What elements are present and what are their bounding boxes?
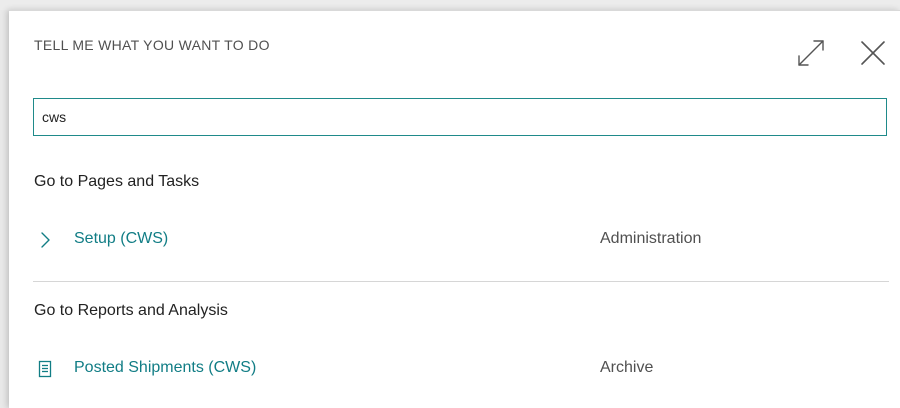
tell-me-dialog: TELL ME WHAT YOU WANT TO DO Go to Pages … xyxy=(9,10,900,408)
close-button[interactable] xyxy=(857,37,889,69)
result-category: Archive xyxy=(600,359,654,376)
close-icon xyxy=(861,41,885,65)
chevron-right-icon xyxy=(41,232,50,248)
result-label: Setup (CWS) xyxy=(74,230,169,247)
expand-button[interactable] xyxy=(795,37,827,69)
background-strip xyxy=(0,0,900,10)
section-title-pages-and-tasks: Go to Pages and Tasks xyxy=(34,173,200,190)
dialog-title: TELL ME WHAT YOU WANT TO DO xyxy=(34,37,270,53)
report-icon xyxy=(38,360,52,378)
result-category: Administration xyxy=(600,230,702,247)
search-input[interactable] xyxy=(33,98,887,136)
result-posted-shipments-cws[interactable]: Posted Shipments (CWS) Archive xyxy=(33,354,889,384)
result-setup-cws[interactable]: Setup (CWS) Administration xyxy=(33,225,889,255)
result-label: Posted Shipments (CWS) xyxy=(74,359,257,376)
expand-icon xyxy=(798,40,824,66)
section-divider xyxy=(33,281,889,282)
section-title-reports-and-analysis: Go to Reports and Analysis xyxy=(34,302,228,319)
